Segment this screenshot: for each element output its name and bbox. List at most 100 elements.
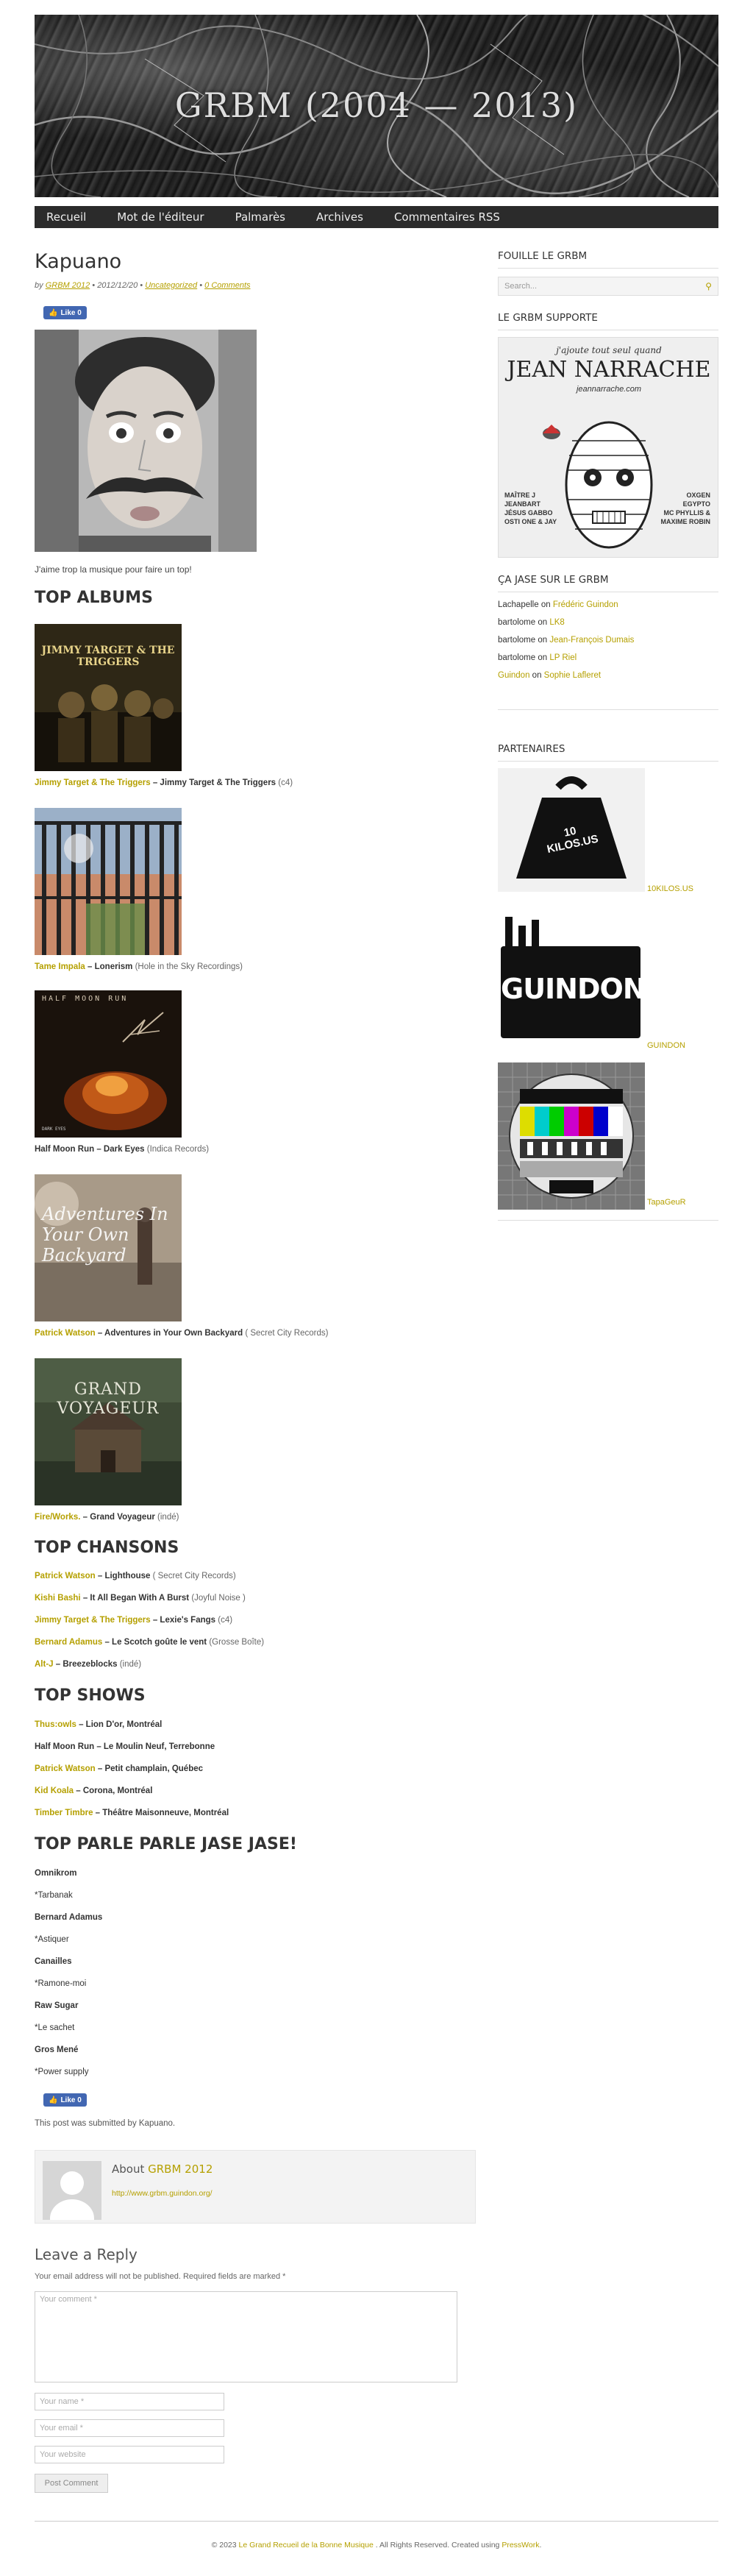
album-artist-link-1[interactable]: Jimmy Target & The Triggers (35, 778, 151, 787)
nav-item-rss[interactable]: Commentaires RSS (394, 210, 500, 224)
song-label-3: (c4) (215, 1616, 233, 1625)
facebook-like-button[interactable]: 👍 Like 0 (43, 306, 87, 319)
partner-logo-tapageur[interactable] (498, 1062, 645, 1210)
supports-heading: LE GRBM SUPPORTE (498, 312, 718, 330)
post-meta: by GRBM 2012 • 2012/12/20 • Uncategorize… (35, 281, 251, 290)
song-artist-link-1[interactable]: Patrick Watson (35, 1572, 96, 1580)
jase-song-3: *Ramone-moi (35, 1979, 87, 1988)
song-artist-link-4[interactable]: Bernard Adamus (35, 1638, 102, 1647)
main-nav: Recueil Mot de l'éditeur Palmarès Archiv… (35, 206, 718, 228)
song-artist-link-5[interactable]: Alt-J (35, 1660, 54, 1669)
comment-textarea[interactable]: Your comment * (35, 2291, 457, 2382)
partners-heading: PARTENAIRES (498, 743, 718, 762)
album-cover-text-4: Adventures In Your Own Backyard (42, 1204, 168, 1266)
album-artist-link-5[interactable]: Fire/Works. (35, 1513, 80, 1522)
partner-link-guindon[interactable]: GUINDON (647, 1041, 685, 1050)
show-title-1: – Lion D'or, Montréal (79, 1720, 163, 1729)
author-url-link[interactable]: http://www.grbm.guindon.org/ (112, 2189, 213, 2198)
show-artist-link-1[interactable]: Thus:owls (35, 1720, 76, 1729)
album-label-4: ( Secret City Records) (243, 1329, 329, 1338)
recent-comment-post-link-3[interactable]: Jean-François Dumais (549, 636, 634, 645)
song-artist-link-2[interactable]: Kishi Bashi (35, 1594, 81, 1603)
album-label-1: (c4) (276, 778, 293, 787)
partner-logo-guindon[interactable]: GUINDON (498, 909, 646, 1049)
album-cover-text-3: HALF MOON RUN (42, 995, 129, 1003)
email-field[interactable]: Your email * (35, 2419, 224, 2437)
footer-middle: . All Rights Reserved. Created using (373, 2541, 502, 2550)
footer-site-link[interactable]: Le Grand Recueil de la Bonne Musique (239, 2541, 374, 2550)
site-title[interactable]: GRBM (2004 — 2013) (35, 85, 718, 125)
recent-comment-author-link-5[interactable]: Guindon (498, 671, 529, 680)
search-icon[interactable]: ⚲ (705, 281, 712, 291)
jase-artist-link-5[interactable]: Gros Mené (35, 2045, 78, 2054)
show-line-1: Thus:owls – Lion D'or, Montréal (35, 1720, 162, 1729)
top-shows-heading: TOP SHOWS (35, 1686, 146, 1705)
nav-item-recueil[interactable]: Recueil (46, 210, 86, 224)
nav-item-palmares[interactable]: Palmarès (235, 210, 285, 224)
poster-right-names: OXGEN EGYPTO MC PHYLLIS & MAXIME ROBIN (660, 492, 711, 525)
recent-comment-3: bartolome on Jean-François Dumais (498, 636, 635, 645)
album-label-2: (Hole in the Sky Recordings) (132, 962, 243, 971)
jase-artist-link-4[interactable]: Raw Sugar (35, 2001, 78, 2010)
album-title-1: – Jimmy Target & The Triggers (152, 778, 276, 787)
show-artist-link-3[interactable]: Patrick Watson (35, 1764, 96, 1773)
recent-comment-post-link-2[interactable]: LK8 (549, 618, 564, 627)
show-line-3: Patrick Watson – Petit champlain, Québec (35, 1764, 203, 1773)
jase-song-5: *Power supply (35, 2068, 89, 2076)
recent-comment-1: Lachapelle on Frédéric Guindon (498, 600, 618, 609)
search-placeholder: Search... (504, 282, 538, 291)
name-field[interactable]: Your name * (35, 2393, 224, 2410)
song-artist-link-3[interactable]: Jimmy Target & The Triggers (35, 1616, 151, 1625)
show-title-4: – Corona, Montréal (76, 1786, 153, 1795)
album-cover-tame-impala (35, 808, 182, 955)
recent-comment-5: Guindon on Sophie Lafleret (498, 671, 602, 680)
jase-artist-link-3[interactable]: Canailles (35, 1957, 72, 1966)
post-comments-link[interactable]: 0 Comments (204, 281, 250, 290)
partner-logo-10kilos[interactable]: 10 KILOS.US (498, 768, 645, 892)
album-cover-patrick-watson: Adventures In Your Own Backyard (35, 1174, 182, 1321)
about-label: About (112, 2162, 145, 2176)
show-artist-link-5[interactable]: Timber Timbre (35, 1809, 93, 1817)
album-line-3: Half Moon Run – Dark Eyes (Indica Record… (35, 1145, 209, 1154)
website-field[interactable]: Your website (35, 2446, 224, 2463)
sidebar-divider-bottom (498, 1220, 718, 1221)
partner-link-10kilos[interactable]: 10KILOS.US (647, 884, 693, 893)
recent-comment-post-link-5[interactable]: Sophie Lafleret (544, 671, 601, 680)
footer: © 2023 Le Grand Recueil de la Bonne Musi… (35, 2521, 718, 2550)
search-heading: FOUILLE LE GRBM (498, 250, 718, 269)
show-title-5: – Théâtre Maisonneuve, Montréal (95, 1809, 229, 1817)
meta-by: by (35, 281, 43, 290)
header-banner[interactable]: GRBM (2004 — 2013) (35, 15, 718, 197)
nav-item-mot-editeur[interactable]: Mot de l'éditeur (117, 210, 204, 224)
album-line-5: Fire/Works. – Grand Voyageur (indé) (35, 1513, 179, 1522)
portrait-illustration (35, 330, 257, 552)
jean-narrache-poster[interactable]: j'ajoute tout seul quand JEAN NARRACHE j… (498, 337, 718, 558)
recent-comment-4: bartolome on LP Riel (498, 653, 577, 662)
footer-theme-link[interactable]: PressWork (502, 2541, 539, 2550)
post-category-link[interactable]: Uncategorized (145, 281, 197, 290)
partner-link-tapageur[interactable]: TapaGeuR (647, 1198, 686, 1207)
recent-comment-post-link-4[interactable]: LP Riel (549, 653, 577, 662)
show-artist-link-4[interactable]: Kid Koala (35, 1786, 74, 1795)
default-avatar-icon (43, 2161, 101, 2220)
author-name-link[interactable]: GRBM 2012 (148, 2162, 213, 2176)
show-line-4: Kid Koala – Corona, Montréal (35, 1786, 152, 1795)
recent-comment-post-link-1[interactable]: Frédéric Guindon (553, 600, 618, 609)
album-artist-link-4[interactable]: Patrick Watson (35, 1329, 96, 1338)
submitted-by: This post was submitted by Kapuano. (35, 2119, 176, 2128)
song-title-4: – Le Scotch goûte le vent (104, 1638, 207, 1647)
song-line-3: Jimmy Target & The Triggers – Lexie's Fa… (35, 1616, 232, 1625)
jase-artist-link-1[interactable]: Omnikrom (35, 1869, 77, 1878)
nav-item-archives[interactable]: Archives (316, 210, 363, 224)
post-author-link[interactable]: GRBM 2012 (46, 281, 90, 290)
post-title: Kapuano (35, 250, 122, 273)
like-label: Like 0 (60, 2096, 82, 2104)
post-comment-button[interactable]: Post Comment (35, 2474, 108, 2493)
song-label-5: (indé) (117, 1660, 142, 1669)
facebook-like-button-bottom[interactable]: 👍 Like 0 (43, 2093, 87, 2107)
song-label-2: (Joyful Noise ) (189, 1594, 246, 1603)
album-label-5: (indé) (154, 1513, 179, 1522)
search-input[interactable]: Search... ⚲ (498, 277, 718, 296)
jase-artist-link-2[interactable]: Bernard Adamus (35, 1913, 102, 1922)
album-artist-link-2[interactable]: Tame Impala (35, 962, 85, 971)
